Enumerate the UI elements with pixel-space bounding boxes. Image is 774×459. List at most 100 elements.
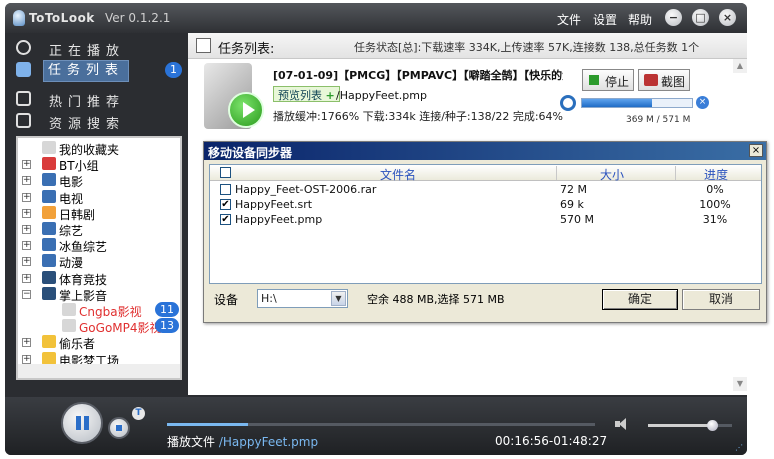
device-label: 设备 [214,293,239,307]
file-size: 72 M [560,183,587,196]
expand-icon[interactable]: + [22,338,31,348]
folder-icon [42,351,56,365]
scroll-down-arrow-icon[interactable]: ▼ [733,377,747,391]
app-title: ToToLook [29,11,95,25]
file-size: 570 M [560,213,594,226]
expand-icon[interactable]: + [22,160,31,170]
expand-icon[interactable]: + [22,257,31,267]
dialog-title-bar[interactable]: 移动设备同步器 × [204,142,766,160]
nav-label: 正在播放 [49,44,126,59]
tree-item[interactable]: + 冰鱼综艺 [18,237,180,254]
preview-list-label: 预览列表 [278,89,322,102]
task-count-badge: 1 [165,62,182,78]
stop-playback-button[interactable] [108,417,130,439]
nav-label: 任务列表 [43,60,130,82]
select-all-checkbox[interactable] [220,167,231,178]
menu-help[interactable]: 帮助 [628,11,652,28]
expand-icon[interactable]: + [22,273,31,283]
tree-count-badge: 13 [155,318,179,334]
menu-file[interactable]: 文件 [557,11,581,28]
sync-dialog: 移动设备同步器 × 文件名 大小 进度 Happy_Feet-OST-2006.… [203,141,767,323]
volume-icon[interactable] [615,418,633,430]
volume-fill [648,424,712,427]
folder-icon [42,173,56,187]
close-icon[interactable]: × [719,9,736,26]
file-checkbox[interactable] [220,184,231,195]
file-list-header: 文件名 大小 进度 [210,165,761,183]
tree-item[interactable]: + 动漫 [18,253,180,270]
tree-item[interactable]: + 综艺 [18,221,180,238]
nav-task-list[interactable]: 任务列表 1 [13,59,185,82]
tree-item[interactable]: 我的收藏夹 [18,140,180,157]
expand-icon[interactable]: + [22,354,31,364]
download-progress-fill [582,99,653,107]
tree-item[interactable]: + 电影 [18,172,180,189]
nav-search[interactable]: 资源搜索 [13,110,185,132]
maximize-icon[interactable]: □ [692,9,709,26]
play-icon[interactable] [228,92,264,128]
tree-horizontal-scrollbar[interactable] [18,364,180,378]
device-select[interactable]: H:\ ▼ [257,289,348,308]
preview-list-button[interactable]: 预览列表 + [273,86,340,102]
refresh-icon[interactable] [560,95,576,111]
folder-icon [42,238,56,252]
chevron-down-icon[interactable]: ▼ [331,291,346,306]
screenshot-button[interactable]: 截图 [638,69,690,91]
folder-icon [62,303,76,316]
download-size: 369 M / 571 M [626,115,691,125]
task-status: 任务状态[总]:下载速率 334K,上传速率 57K,连接数 138,总任务数 … [354,41,700,54]
column-name-header[interactable]: 文件名 [380,166,416,183]
file-row[interactable]: ✔ HappyFeet.srt 69 k 100% [210,197,761,212]
folder-icon [42,189,56,203]
dialog-close-icon[interactable]: × [749,144,763,157]
device-value: H:\ [261,292,277,305]
expand-icon[interactable]: + [22,241,31,251]
menu-settings[interactable]: 设置 [593,11,617,28]
column-progress-header[interactable]: 进度 [704,166,728,183]
tree-item[interactable]: − 掌上影音 [18,286,180,303]
expand-icon[interactable]: + [22,208,31,218]
nav-now-playing[interactable]: 正在播放 [13,37,185,59]
tree-item[interactable]: Cngba影视 11 [18,302,180,319]
file-row[interactable]: Happy_Feet-OST-2006.rar 72 M 0% [210,182,761,197]
tree-item[interactable]: GoGoMP4影视 13 [18,318,180,335]
search-icon [16,113,31,128]
file-checkbox[interactable]: ✔ [220,199,231,210]
cancel-download-icon[interactable]: × [696,96,709,109]
expand-icon[interactable]: + [22,176,31,186]
volume-slider[interactable] [648,420,732,431]
file-size: 69 k [560,198,584,211]
t-icon[interactable]: T [132,407,145,420]
play-circle-icon [16,40,31,55]
play-time: 00:16:56-01:48:27 [495,434,608,448]
tree-item[interactable]: + 电视 [18,189,180,206]
task-info: 播放缓冲:1766% 下载:334k 连接/种子:138/22 完成:64% [273,110,563,123]
tree-item[interactable]: + 体育竞技 [18,270,180,287]
ok-button[interactable]: 确定 [602,289,678,310]
expand-icon[interactable]: + [22,192,31,202]
channel-tree: 我的收藏夹 + BT小组 + 电影 + 电视 + 日韩剧 + 综艺 + 冰鱼综艺 + 动漫 + 体育竞技 − 掌上影… [16,136,182,380]
pause-button[interactable] [61,402,103,444]
volume-knob[interactable] [706,420,718,431]
tree-item[interactable]: + 日韩剧 [18,205,180,222]
resize-grip-icon[interactable]: ⋰ [735,443,745,453]
file-row[interactable]: ✔ HappyFeet.pmp 570 M 31% [210,212,761,227]
stop-button[interactable]: 停止 [582,69,634,91]
seek-bar[interactable] [167,423,595,426]
nav-recommend[interactable]: 热门推荐 [13,88,185,110]
column-size-header[interactable]: 大小 [600,166,624,183]
expand-icon[interactable]: + [22,225,31,234]
column-divider [556,166,557,180]
task-row[interactable]: [07-01-09]【PMCG】【PMPAVC】【噼踏全鹄】【快乐的大脚】 预览… [188,59,733,137]
collapse-icon[interactable]: − [22,289,31,299]
tasklist-icon [16,62,31,77]
file-checkbox[interactable]: ✔ [220,214,231,225]
tree-item[interactable]: + 偷乐者 [18,334,180,351]
task-file: /HappyFeet.pmp [336,89,427,102]
left-nav: 正在播放 任务列表 1 热门推荐 资源搜索 [5,33,187,133]
scroll-up-arrow-icon[interactable]: ▲ [733,59,747,73]
minimize-icon[interactable]: − [665,9,682,26]
title-bar[interactable]: ToToLook Ver 0.1.2.1 文件 设置 帮助 − □ × [5,3,747,33]
cancel-button[interactable]: 取消 [682,289,760,310]
tree-item[interactable]: + BT小组 [18,156,180,173]
